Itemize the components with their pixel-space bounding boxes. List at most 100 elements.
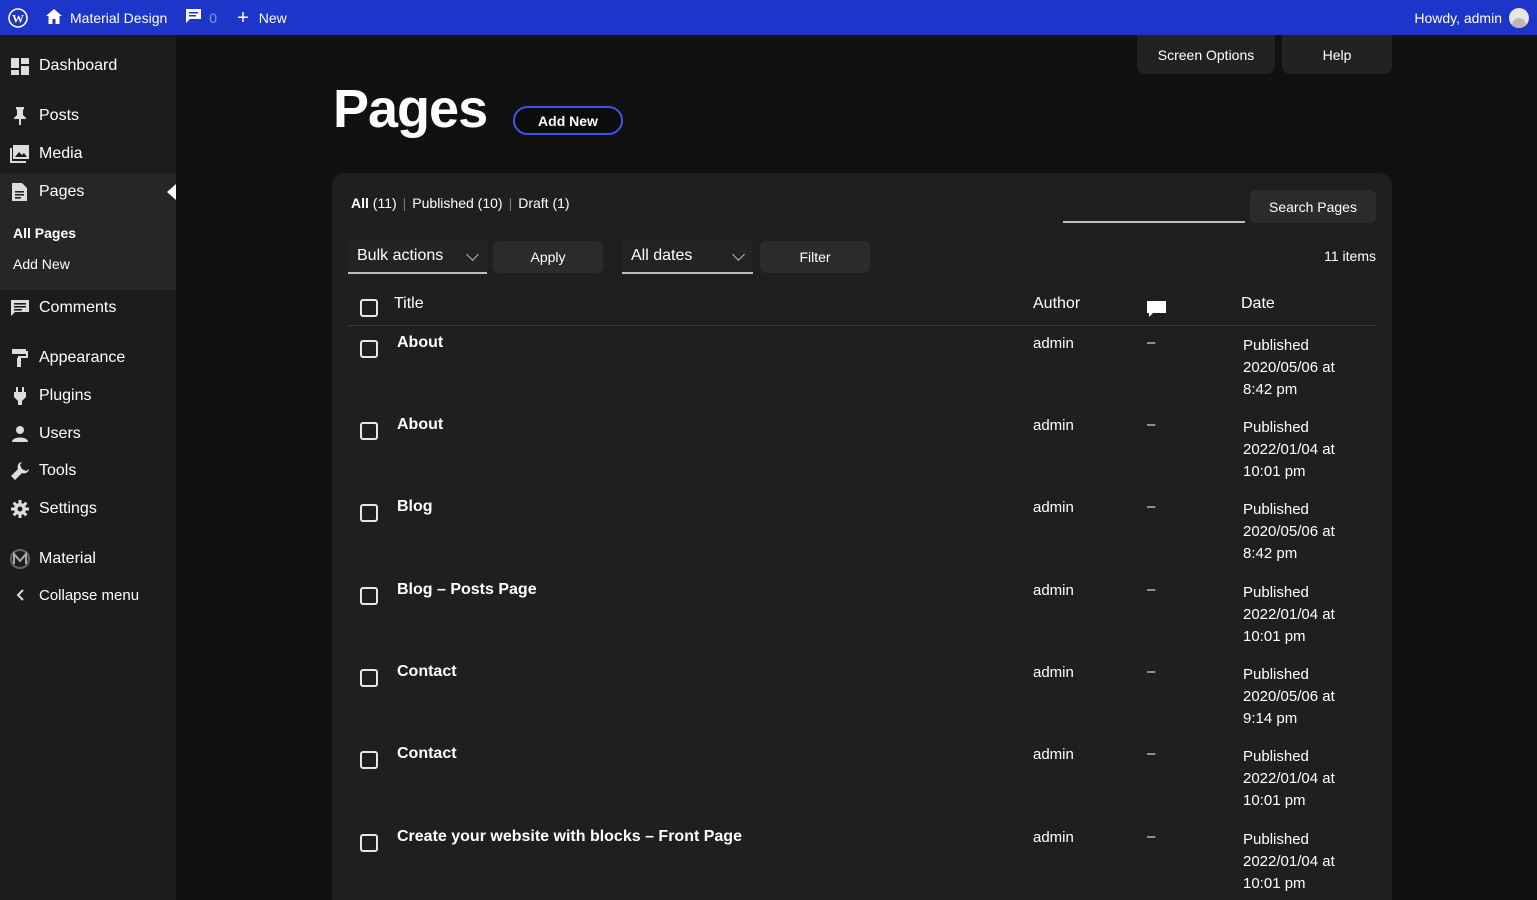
sidebar-item-pages[interactable]: Pages [0, 173, 176, 211]
page-title-link[interactable]: Contact [397, 745, 457, 763]
media-icon [0, 145, 39, 163]
table-row: Create your website with blocks – Front … [348, 828, 1376, 900]
apply-button[interactable]: Apply [493, 241, 603, 273]
sidebar-item-dashboard[interactable]: Dashboard [0, 47, 176, 85]
filter-published-link[interactable]: Published (10) [412, 195, 502, 211]
chevron-down-icon [466, 248, 479, 261]
sidebar-item-media[interactable]: Media [0, 135, 176, 173]
account-menu[interactable]: Howdy, admin [1414, 0, 1529, 35]
brush-icon [0, 349, 39, 367]
comment-icon [185, 8, 202, 27]
collapse-menu-button[interactable]: Collapse menu [0, 576, 176, 614]
status-filter-links: All (11) | Published (10) | Draft (1) [351, 195, 570, 211]
table-row: Contact admin – Published 2022/01/04 at 10… [348, 745, 1376, 827]
row-checkbox[interactable] [360, 340, 378, 358]
table-row: Blog – Posts Page admin – Published 2022/… [348, 581, 1376, 663]
date-cell: Published 2020/05/06 at 8:42 pm [1243, 337, 1335, 398]
sidebar-item-plugins[interactable]: Plugins [0, 377, 176, 415]
author-link[interactable]: admin [1033, 582, 1074, 599]
plug-icon [0, 387, 39, 405]
sidebar-item-users[interactable]: Users [0, 415, 176, 453]
help-button[interactable]: Help [1282, 35, 1392, 74]
page-title-link[interactable]: About [397, 334, 443, 352]
dates-select[interactable]: All dates [622, 240, 753, 274]
author-link[interactable]: admin [1033, 499, 1074, 516]
sidebar-item-label: Dashboard [39, 57, 118, 74]
author-link[interactable]: admin [1033, 335, 1074, 352]
sidebar-item-label: Settings [39, 500, 97, 517]
sidebar-item-appearance[interactable]: Appearance [0, 339, 176, 377]
filter-button[interactable]: Filter [760, 241, 870, 273]
pin-icon [0, 107, 39, 125]
screen-options-button[interactable]: Screen Options [1137, 35, 1275, 74]
search-pages-button[interactable]: Search Pages [1250, 190, 1376, 223]
sidebar-item-comments[interactable]: Comments [0, 289, 176, 327]
sidebar-item-label: Tools [39, 462, 77, 479]
search-input[interactable] [1063, 191, 1245, 223]
page-title-link[interactable]: Contact [397, 663, 457, 681]
sidebar-item-label: Plugins [39, 387, 92, 404]
date-cell: Published 2022/01/04 at 10:01 pm [1243, 419, 1335, 480]
column-date[interactable]: Date [1241, 295, 1275, 313]
pages-list-panel: All (11) | Published (10) | Draft (1) Se… [332, 173, 1392, 900]
chevron-left-icon [0, 588, 39, 602]
author-link[interactable]: admin [1033, 829, 1074, 846]
filter-draft-link[interactable]: Draft (1) [518, 195, 569, 211]
date-cell: Published 2022/01/04 at 10:01 pm [1243, 748, 1335, 809]
column-author: Author [1033, 295, 1081, 312]
submenu-add-new[interactable]: Add New [13, 256, 70, 272]
row-checkbox[interactable] [360, 669, 378, 687]
page-title-link[interactable]: Create your website with blocks – Front … [397, 828, 742, 846]
date-cell: Published 2022/01/04 at 10:01 pm [1243, 584, 1335, 645]
page-title-link[interactable]: About [397, 416, 443, 434]
bulk-actions-select[interactable]: Bulk actions [348, 240, 487, 274]
comment-icon [0, 299, 39, 317]
avatar [1509, 7, 1529, 28]
row-checkbox[interactable] [360, 587, 378, 605]
page-icon [0, 183, 39, 201]
sidebar-item-label: Pages [39, 183, 85, 200]
wordpress-logo-icon[interactable]: W [0, 0, 36, 35]
comments-count: – [1147, 334, 1156, 351]
plus-icon: + [237, 6, 249, 29]
sidebar-item-label: Collapse menu [39, 586, 140, 604]
filter-all-link[interactable]: All (11) [351, 195, 397, 211]
site-name-link[interactable]: Material Design [46, 0, 167, 35]
submenu-all-pages[interactable]: All Pages [13, 225, 76, 241]
comments-link[interactable]: 0 [185, 0, 217, 35]
svg-text:W: W [12, 11, 24, 25]
comments-count: – [1147, 828, 1156, 845]
new-content-link[interactable]: + New [237, 0, 287, 35]
site-name-label: Material Design [70, 9, 168, 26]
sidebar-item-posts[interactable]: Posts [0, 97, 176, 135]
date-cell: Published 2022/01/04 at 10:01 pm [1243, 831, 1335, 892]
column-title[interactable]: Title [394, 295, 424, 313]
author-link[interactable]: admin [1033, 664, 1074, 681]
page-title-link[interactable]: Blog [397, 498, 433, 516]
select-all-checkbox[interactable] [360, 299, 378, 317]
dates-label: All dates [631, 247, 693, 264]
user-icon [0, 426, 39, 442]
comment-icon[interactable] [1147, 301, 1166, 323]
date-cell: Published 2020/05/06 at 9:14 pm [1243, 666, 1335, 727]
sidebar-item-label: Media [39, 145, 83, 162]
comments-count: – [1147, 581, 1156, 598]
row-checkbox[interactable] [360, 422, 378, 440]
author-link[interactable]: admin [1033, 417, 1074, 434]
row-checkbox[interactable] [360, 504, 378, 522]
sidebar-item-tools[interactable]: Tools [0, 452, 176, 490]
author-link[interactable]: admin [1033, 746, 1074, 763]
comments-count: – [1147, 498, 1156, 515]
separator: | [402, 195, 407, 211]
add-new-button[interactable]: Add New [513, 106, 623, 135]
home-icon [46, 8, 62, 27]
sidebar-item-settings[interactable]: Settings [0, 490, 176, 528]
table-row: Contact admin – Published 2020/05/06 at 9:… [348, 663, 1376, 745]
row-checkbox[interactable] [360, 834, 378, 852]
row-checkbox[interactable] [360, 751, 378, 769]
page-title-link[interactable]: Blog – Posts Page [397, 581, 537, 599]
sidebar-item-material[interactable]: Material [0, 540, 176, 578]
new-label: New [258, 9, 287, 26]
material-logo-icon [0, 548, 39, 570]
comments-count: – [1147, 416, 1156, 433]
